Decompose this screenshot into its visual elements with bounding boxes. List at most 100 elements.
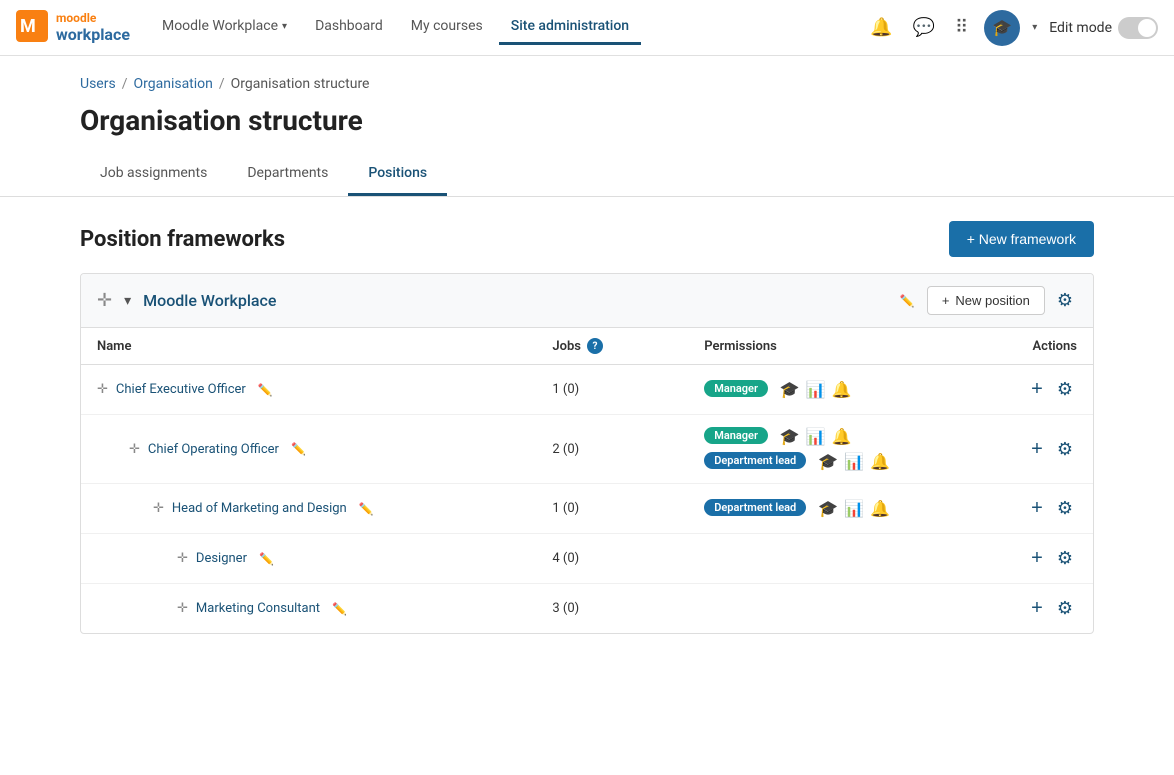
chat-icon[interactable]: 💬 bbox=[909, 13, 939, 42]
add-child-button[interactable]: + bbox=[1029, 495, 1045, 522]
actions-cell: + ⚙ bbox=[957, 544, 1077, 573]
nav-my-courses[interactable]: My courses bbox=[399, 10, 495, 45]
position-name-cell: ✛ Chief Executive Officer ✏️ bbox=[97, 382, 520, 397]
add-child-button[interactable]: + bbox=[1029, 595, 1045, 622]
perm-chart-icon[interactable]: 📊 bbox=[844, 499, 864, 518]
permissions-cell: Manager 🎓 📊 🔔 Department lead 🎓 bbox=[688, 415, 941, 484]
jobs-cell: 1 (0) bbox=[536, 365, 688, 415]
add-child-button[interactable]: + bbox=[1029, 436, 1045, 463]
perm-cap-icon[interactable]: 🎓 bbox=[818, 452, 838, 471]
perm-cap-icon[interactable]: 🎓 bbox=[818, 499, 838, 518]
new-position-button[interactable]: + + New position New position bbox=[927, 286, 1045, 315]
tabs: Job assignments Departments Positions bbox=[80, 153, 1094, 196]
framework-settings-icon[interactable]: ⚙ bbox=[1053, 286, 1077, 315]
framework-move-icon[interactable]: ✛ bbox=[97, 290, 112, 311]
section-title: Position frameworks bbox=[80, 227, 285, 252]
breadcrumb-organisation[interactable]: Organisation bbox=[133, 76, 212, 92]
position-edit-icon[interactable]: ✏️ bbox=[259, 552, 274, 566]
breadcrumb: Users / Organisation / Organisation stru… bbox=[80, 76, 1094, 92]
perm-cap-icon[interactable]: 🎓 bbox=[780, 427, 800, 446]
position-link[interactable]: Marketing Consultant bbox=[196, 601, 320, 616]
add-child-button[interactable]: + bbox=[1029, 376, 1045, 403]
page-title: Organisation structure bbox=[80, 104, 1094, 137]
perm-chart-icon[interactable]: 📊 bbox=[844, 452, 864, 471]
position-edit-icon[interactable]: ✏️ bbox=[291, 442, 306, 456]
framework-title: Moodle Workplace bbox=[143, 291, 884, 310]
row-move-icon[interactable]: ✛ bbox=[177, 551, 188, 566]
jobs-cell: 1 (0) bbox=[536, 484, 688, 534]
position-settings-icon[interactable]: ⚙ bbox=[1053, 494, 1077, 523]
edit-mode-label: Edit mode bbox=[1049, 20, 1112, 36]
perm-bell-icon[interactable]: 🔔 bbox=[870, 499, 890, 518]
position-link[interactable]: Designer bbox=[196, 551, 247, 566]
position-settings-icon[interactable]: ⚙ bbox=[1053, 594, 1077, 623]
section-header: Position frameworks + New framework bbox=[80, 221, 1094, 257]
actions-cell: + ⚙ bbox=[957, 594, 1077, 623]
table-row: ✛ Head of Marketing and Design ✏️ 1 (0) … bbox=[81, 484, 1093, 534]
perm-chart-icon[interactable]: 📊 bbox=[806, 427, 826, 446]
nav-dashboard[interactable]: Dashboard bbox=[303, 10, 395, 45]
permissions-cell bbox=[688, 584, 941, 634]
toggle-knob bbox=[1138, 19, 1156, 37]
perm-bell-icon[interactable]: 🔔 bbox=[832, 427, 852, 446]
position-edit-icon[interactable]: ✏️ bbox=[258, 383, 273, 397]
table-row: ✛ Marketing Consultant ✏️ 3 (0) + ⚙ bbox=[81, 584, 1093, 634]
position-edit-icon[interactable]: ✏️ bbox=[359, 502, 374, 516]
position-name-cell: ✛ Designer ✏️ bbox=[97, 551, 520, 566]
new-framework-button[interactable]: + New framework bbox=[949, 221, 1094, 257]
row-move-icon[interactable]: ✛ bbox=[97, 382, 108, 397]
actions-cell: + ⚙ bbox=[957, 375, 1077, 404]
table-header-row: Name Jobs ? Permissions Actions bbox=[81, 328, 1093, 365]
apps-grid-icon[interactable]: ⠿ bbox=[951, 13, 972, 42]
col-actions: Actions bbox=[941, 328, 1093, 365]
actions-cell: + ⚙ bbox=[957, 435, 1077, 464]
tab-departments[interactable]: Departments bbox=[227, 153, 348, 196]
row-move-icon[interactable]: ✛ bbox=[129, 442, 140, 457]
breadcrumb-users[interactable]: Users bbox=[80, 76, 116, 92]
position-settings-icon[interactable]: ⚙ bbox=[1053, 544, 1077, 573]
nav-moodle-workplace[interactable]: Moodle Workplace ▾ bbox=[150, 10, 299, 45]
jobs-cell: 2 (0) bbox=[536, 415, 688, 484]
perm-cap-icon[interactable]: 🎓 bbox=[780, 380, 800, 399]
edit-mode-switch[interactable] bbox=[1118, 17, 1158, 39]
framework-box: ✛ ▾ Moodle Workplace ✏️ + + New position… bbox=[80, 273, 1094, 634]
row-move-icon[interactable]: ✛ bbox=[177, 601, 188, 616]
framework-edit-icon[interactable]: ✏️ bbox=[900, 294, 915, 308]
row-move-icon[interactable]: ✛ bbox=[153, 501, 164, 516]
add-child-button[interactable]: + bbox=[1029, 545, 1045, 572]
jobs-cell: 3 (0) bbox=[536, 584, 688, 634]
position-link[interactable]: Head of Marketing and Design bbox=[172, 501, 347, 516]
tab-positions[interactable]: Positions bbox=[348, 153, 447, 196]
perm-chart-icon[interactable]: 📊 bbox=[806, 380, 826, 399]
table-row: ✛ Chief Executive Officer ✏️ 1 (0) Manag… bbox=[81, 365, 1093, 415]
logo[interactable]: M moodle workplace bbox=[16, 10, 130, 46]
position-settings-icon[interactable]: ⚙ bbox=[1053, 375, 1077, 404]
perm-bell-icon[interactable]: 🔔 bbox=[870, 452, 890, 471]
breadcrumb-current: Organisation structure bbox=[231, 76, 370, 92]
main-content: Position frameworks + New framework ✛ ▾ … bbox=[0, 197, 1174, 658]
jobs-help-icon[interactable]: ? bbox=[587, 338, 603, 354]
nav-site-administration[interactable]: Site administration bbox=[499, 10, 641, 45]
col-jobs: Jobs ? bbox=[536, 328, 688, 365]
avatar-dropdown-icon: ▾ bbox=[1032, 22, 1037, 33]
permissions-cell bbox=[688, 534, 941, 584]
permissions-cell: Manager 🎓 📊 🔔 bbox=[688, 365, 941, 415]
user-avatar[interactable]: 🎓 bbox=[984, 10, 1020, 46]
position-edit-icon[interactable]: ✏️ bbox=[332, 602, 347, 616]
nav-links: Moodle Workplace ▾ Dashboard My courses … bbox=[150, 10, 641, 45]
badge-dept-lead: Department lead bbox=[704, 452, 806, 469]
framework-caret-icon[interactable]: ▾ bbox=[124, 293, 131, 309]
position-link[interactable]: Chief Executive Officer bbox=[116, 382, 246, 397]
notification-bell-icon[interactable]: 🔔 bbox=[866, 13, 896, 42]
tab-job-assignments[interactable]: Job assignments bbox=[80, 153, 227, 196]
permissions-cell: Department lead 🎓 📊 🔔 bbox=[688, 484, 941, 534]
positions-table: Name Jobs ? Permissions Actions bbox=[81, 328, 1093, 633]
logo-workplace-text: workplace bbox=[56, 25, 130, 44]
new-position-plus-icon: + bbox=[942, 293, 950, 308]
edit-mode-toggle[interactable]: Edit mode bbox=[1049, 17, 1158, 39]
position-settings-icon[interactable]: ⚙ bbox=[1053, 435, 1077, 464]
jobs-cell: 4 (0) bbox=[536, 534, 688, 584]
position-link[interactable]: Chief Operating Officer bbox=[148, 442, 279, 457]
badge-dept-lead: Department lead bbox=[704, 499, 806, 516]
col-name: Name bbox=[81, 328, 536, 365]
